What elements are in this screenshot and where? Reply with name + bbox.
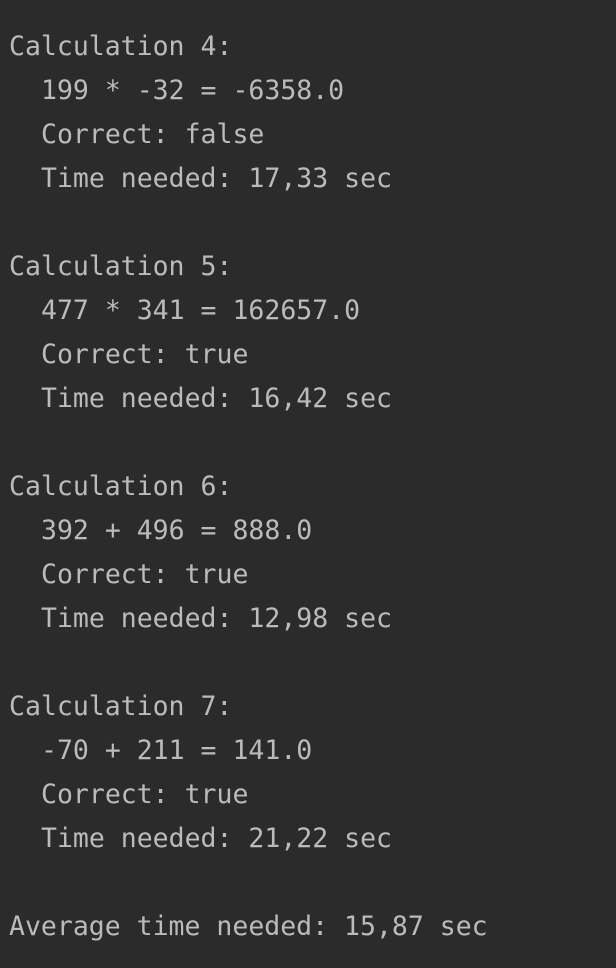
calculation-time: Time needed: 21,22 sec (41, 823, 392, 854)
calculation-correct: Correct: true (41, 779, 249, 810)
calculation-correct: Correct: true (41, 339, 249, 370)
calculation-block: Calculation 4: 199 * -32 = -6358.0 Corre… (9, 25, 488, 245)
calculation-expression: 199 * -32 = -6358.0 (41, 75, 345, 106)
calculation-header: Calculation 7: (9, 691, 233, 722)
calculation-time: Time needed: 16,42 sec (41, 383, 392, 414)
calculation-block: Calculation 6: 392 + 496 = 888.0 Correct… (9, 465, 488, 685)
calculation-correct: Correct: false (41, 119, 265, 150)
calculation-expression: 392 + 496 = 888.0 (41, 515, 313, 546)
calculation-expression: 477 * 341 = 162657.0 (41, 295, 361, 326)
average-time: Average time needed: 15,87 sec (9, 911, 488, 942)
calculation-time: Time needed: 12,98 sec (41, 603, 392, 634)
console-output: Calculation 4: 199 * -32 = -6358.0 Corre… (9, 25, 488, 949)
calculation-header: Calculation 4: (9, 31, 233, 62)
calculation-expression: -70 + 211 = 141.0 (41, 735, 313, 766)
calculation-correct: Correct: true (41, 559, 249, 590)
calculation-header: Calculation 6: (9, 471, 233, 502)
calculation-time: Time needed: 17,33 sec (41, 163, 392, 194)
calculation-header: Calculation 5: (9, 251, 233, 282)
calculation-block: Calculation 7: -70 + 211 = 141.0 Correct… (9, 685, 488, 905)
calculation-block: Calculation 5: 477 * 341 = 162657.0 Corr… (9, 245, 488, 465)
